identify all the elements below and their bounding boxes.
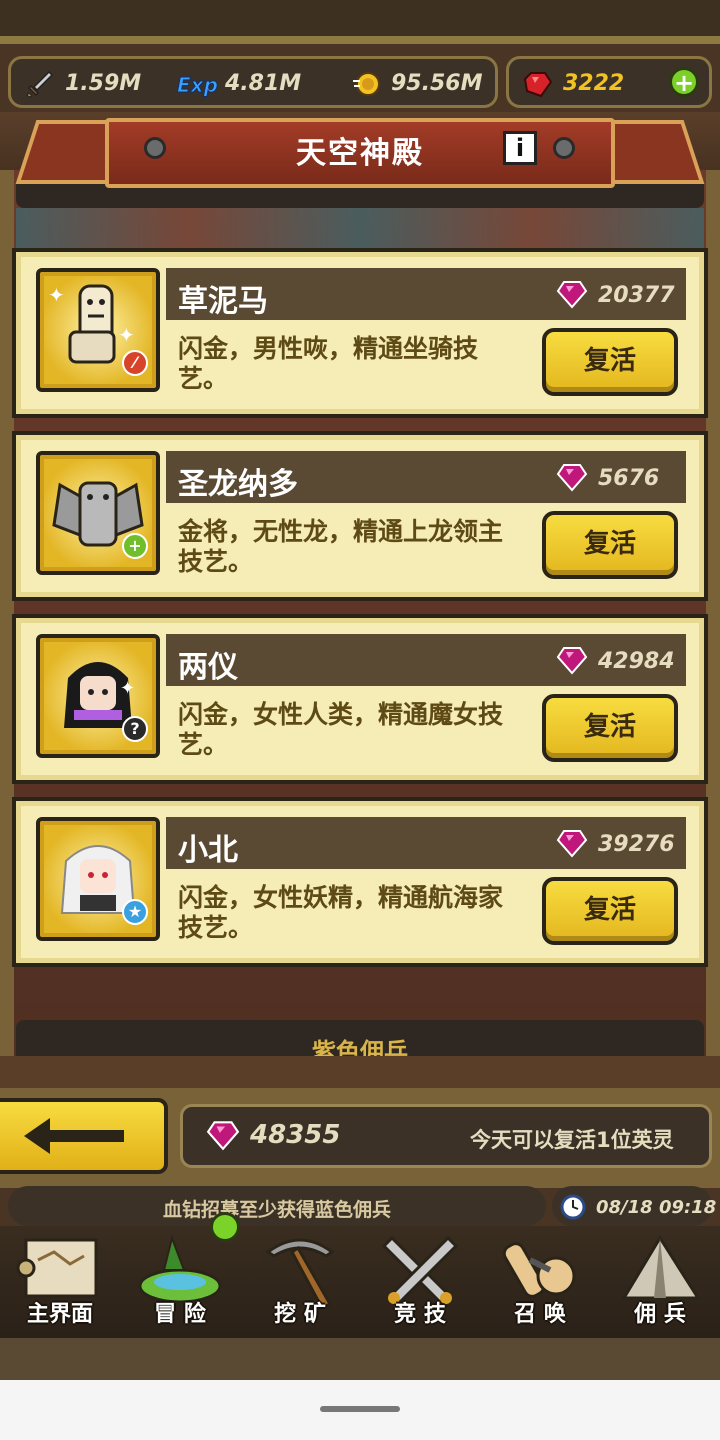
hero-name: 草泥马 [178, 284, 268, 319]
top-border-trim [0, 36, 720, 44]
svg-text:Exp: Exp [177, 73, 218, 97]
sword-icon [26, 70, 54, 98]
info-button[interactable]: i [503, 131, 537, 165]
clock-icon [560, 1194, 586, 1220]
notification-dot [210, 1212, 240, 1242]
bottom-border [0, 1338, 720, 1380]
add-currency-button[interactable]: + [669, 67, 699, 97]
purple-gem-icon [556, 647, 588, 675]
gem-total: 48355 [250, 1120, 341, 1150]
resource-bar: 1.59M Exp 4.81M 95.56M [8, 56, 498, 108]
hero-description: 闪金，女性人类，精通魔女技艺。 [178, 700, 504, 759]
top-border [0, 0, 720, 40]
revive-button[interactable]: 复活 [542, 511, 678, 579]
svg-text:✦: ✦ [118, 323, 135, 347]
revive-button[interactable]: 复活 [542, 328, 678, 396]
hero-card: ✦ ? 两仪 42984 闪金，女性人类，精通魔女技艺。 复活 [12, 614, 708, 784]
nav-mercenary[interactable]: 佣 兵 [600, 1226, 720, 1338]
datetime: 08/18 09:18 [596, 1197, 717, 1218]
purple-gem-icon [556, 464, 588, 492]
list-bottom-edge [0, 1056, 720, 1090]
gold-value: 95.56M [391, 71, 483, 96]
list-frame-right [706, 170, 720, 1090]
star-badge-icon: ★ [122, 899, 148, 925]
nav-summon[interactable]: 召 唤 [480, 1226, 600, 1338]
blood-gem-value: 3222 [563, 71, 625, 96]
hero-card: + 圣龙纳多 5676 金将，无性龙，精通上龙领主技艺。 复活 [12, 431, 708, 601]
nav-main[interactable]: 主界面 [0, 1226, 120, 1338]
hero-description: 金将，无性龙，精通上龙领主技艺。 [178, 517, 504, 576]
nav-adventure[interactable]: 冒 险 [120, 1226, 240, 1338]
blood-gem-bar: 3222 + [506, 56, 712, 108]
attack-value: 1.59M [65, 71, 142, 96]
purple-gem-icon [206, 1121, 240, 1151]
blood-gem-icon [523, 72, 553, 98]
question-badge-icon: ? [122, 716, 148, 742]
hero-name: 两仪 [178, 650, 238, 685]
svg-text:✦: ✦ [48, 283, 65, 307]
hero-description: 闪金，女性妖精，精通航海家技艺。 [178, 883, 504, 942]
revive-limit-note: 今天可以复活1位英灵 [470, 1128, 674, 1152]
scroll-fade-strip [16, 208, 704, 248]
nav-arena[interactable]: 竞 技 [360, 1226, 480, 1338]
hero-card: ★ 小北 39276 闪金，女性妖精，精通航海家技艺。 复活 [12, 797, 708, 967]
sword-badge-icon: ⁄ [122, 350, 148, 376]
nav-mining[interactable]: 挖 矿 [240, 1226, 360, 1338]
revive-button[interactable]: 复活 [542, 877, 678, 945]
svg-text:✦: ✦ [120, 678, 135, 699]
revive-button[interactable]: 复活 [542, 694, 678, 762]
back-button[interactable] [0, 1098, 168, 1174]
gold-coin-icon [353, 72, 380, 96]
purple-gem-icon [556, 281, 588, 309]
revive-cost: 39276 [598, 832, 675, 857]
revive-cost: 20377 [598, 283, 675, 308]
hero-description: 闪金，男性咴，精通坐骑技艺。 [178, 334, 479, 393]
hero-name: 小北 [178, 833, 238, 868]
revive-cost: 42984 [598, 649, 675, 674]
hero-name: 圣龙纳多 [178, 467, 298, 502]
purple-gem-icon [556, 830, 588, 858]
hero-card: ✦ ✦ ⁄ 草泥马 20377 闪金，男性咴，精通坐骑技艺。 复活 [12, 248, 708, 418]
plus-badge-icon: + [122, 533, 148, 559]
revive-cost: 5676 [598, 466, 660, 491]
exp-icon: Exp [177, 73, 219, 98]
notice-text: 血钻招募至少获得蓝色佣兵 [162, 1199, 391, 1221]
arrow-left-icon [24, 1118, 124, 1154]
home-indicator[interactable] [320, 1406, 400, 1412]
page-title: 天空神殿 [296, 136, 424, 171]
exp-value: 4.81M [225, 71, 302, 96]
